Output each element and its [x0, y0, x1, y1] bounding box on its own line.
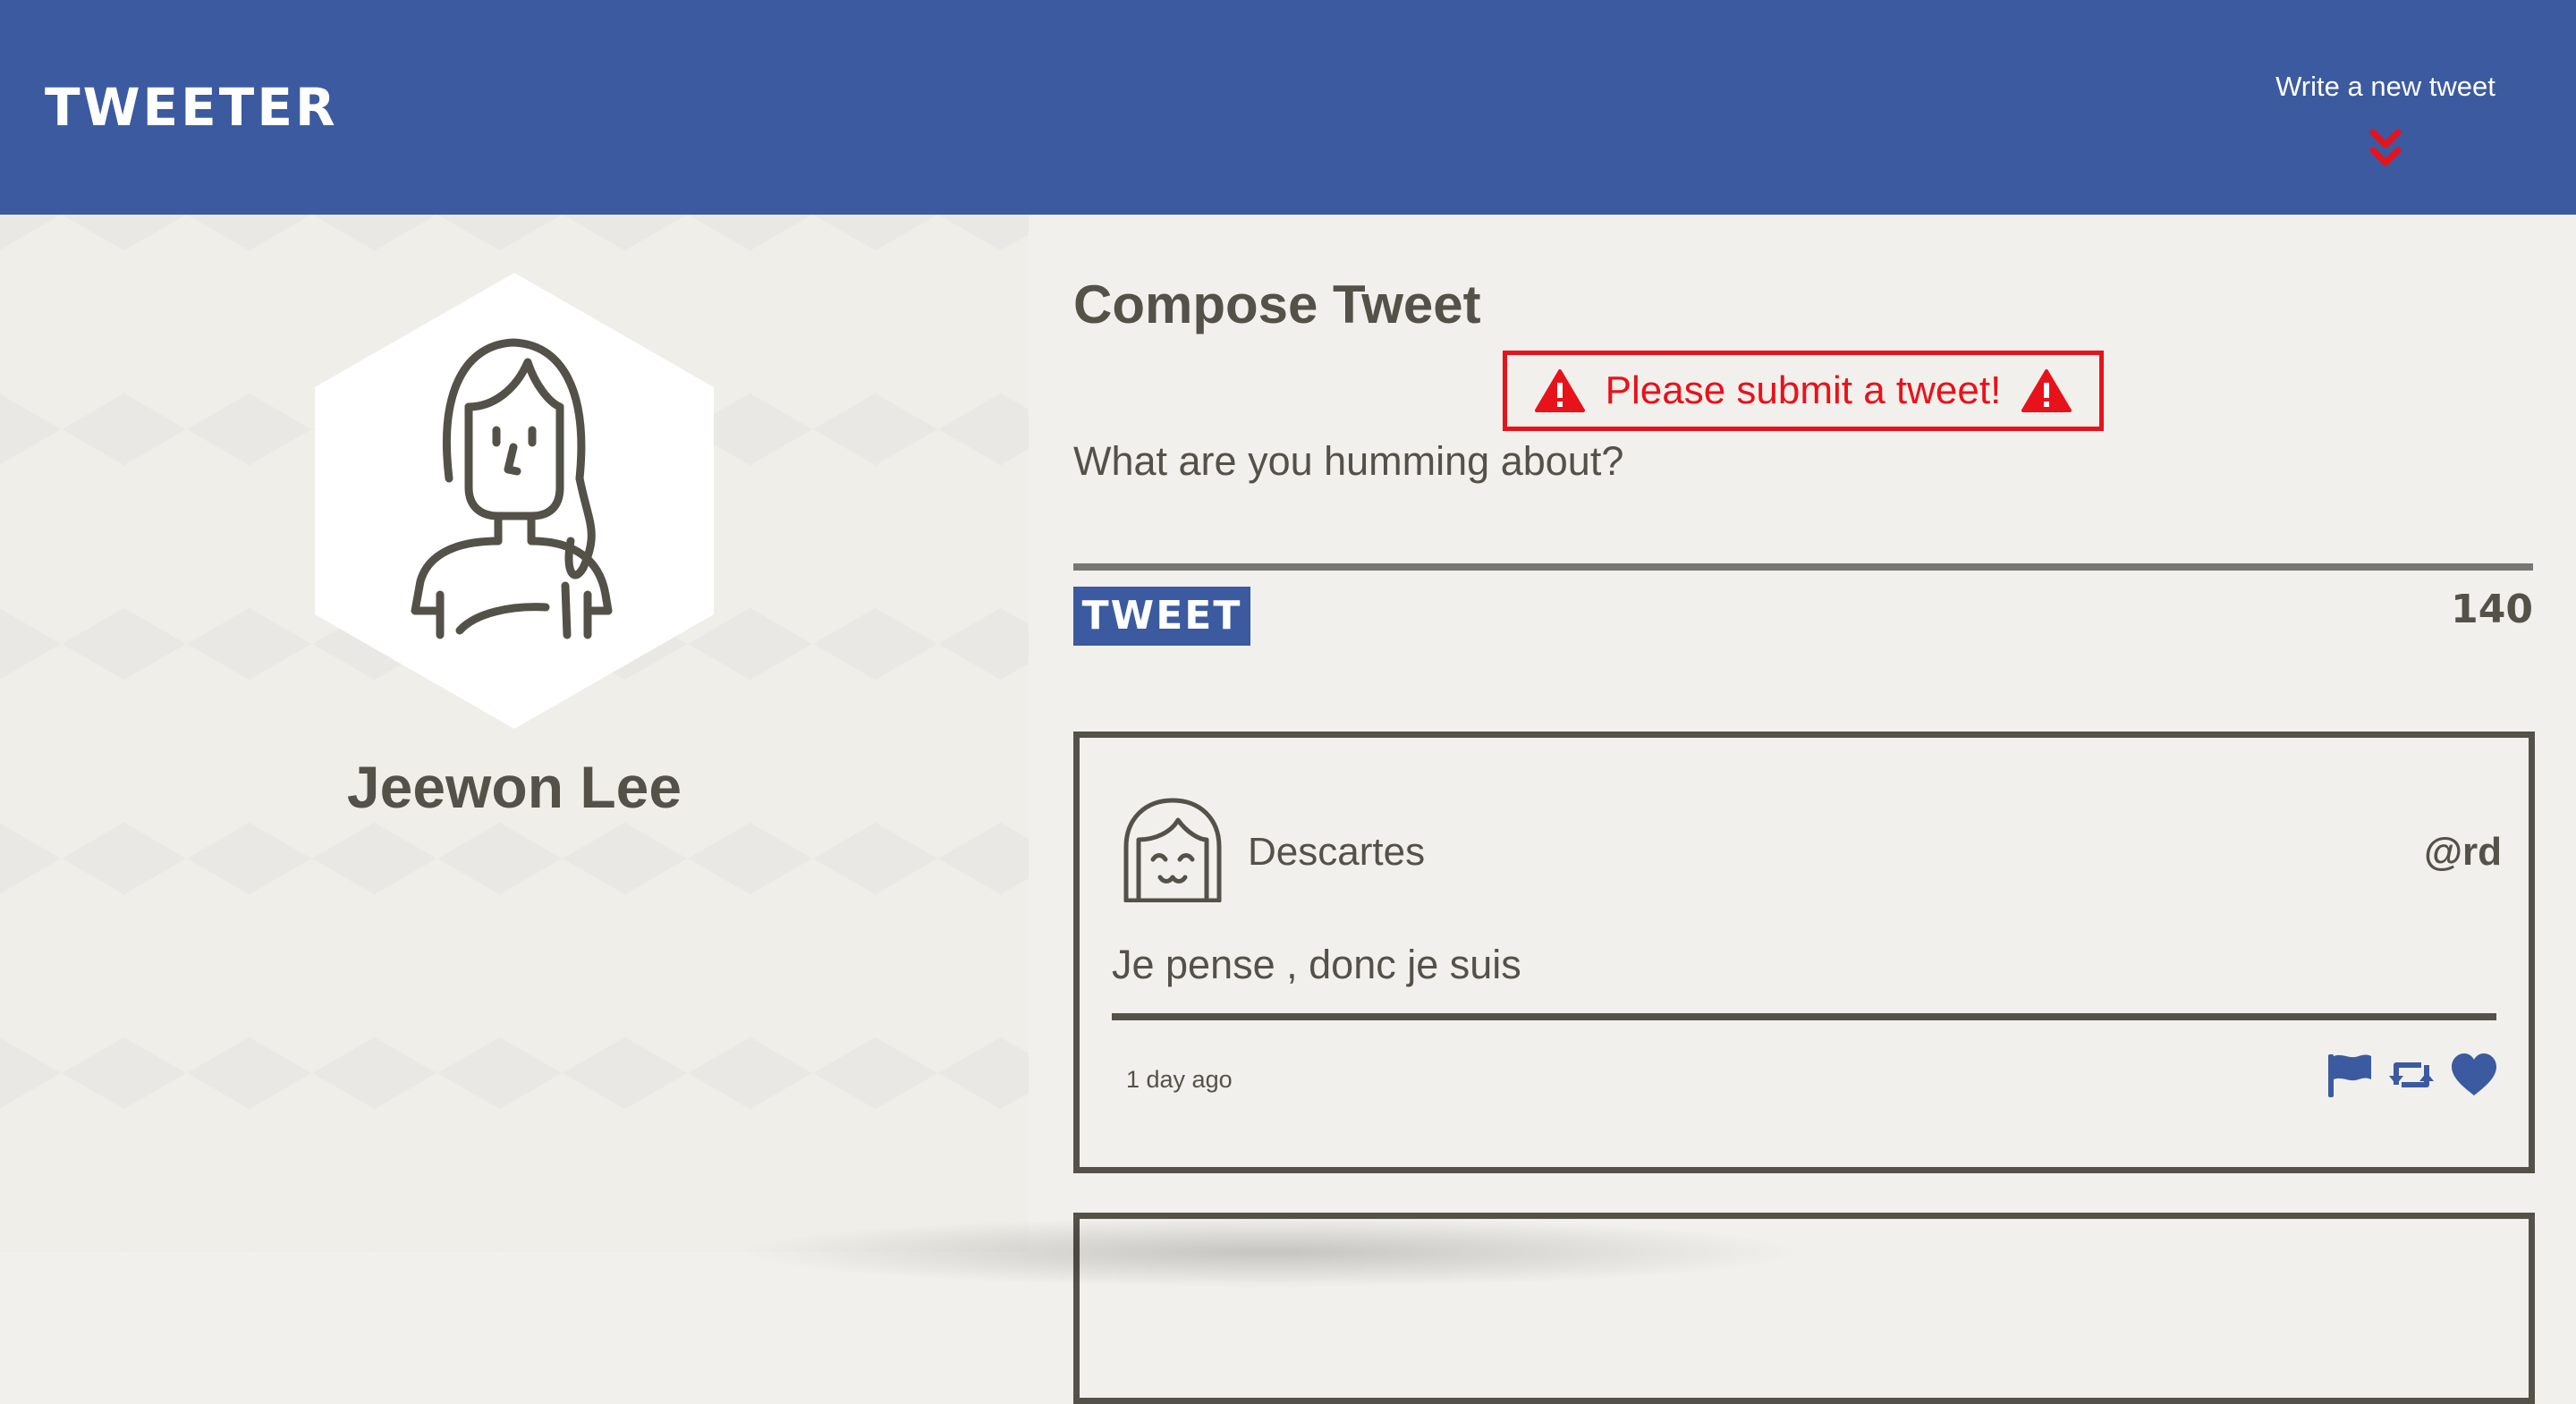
character-counter: 140 [2451, 587, 2533, 632]
profile-name: Jeewon Lee [346, 754, 682, 820]
tweet-actions [2325, 1051, 2498, 1099]
warning-triangle-icon [2021, 369, 2072, 412]
heart-icon[interactable] [2450, 1051, 2498, 1099]
tweet-author-name: Descartes [1248, 830, 1426, 874]
error-message: Please submit a tweet! [1503, 351, 2104, 431]
user-avatar-icon [1123, 798, 1222, 902]
profile-avatar [315, 273, 714, 729]
top-navbar: TWEETER Write a new tweet [0, 0, 2576, 215]
compose-title: Compose Tweet [1073, 275, 1481, 334]
error-text: Please submit a tweet! [1605, 368, 2002, 412]
tweet-text-input[interactable] [1073, 438, 2533, 571]
brand-logo[interactable]: TWEETER [45, 79, 338, 136]
double-chevron-down-icon[interactable] [2359, 127, 2412, 172]
warning-triangle-icon [1534, 369, 1585, 412]
profile-panel: Jeewon Lee [0, 215, 1029, 1252]
flag-icon[interactable] [2325, 1051, 2373, 1099]
tweet-content: Je pense , donc je suis [1112, 942, 1521, 987]
tweet-timestamp: 1 day ago [1126, 1066, 1233, 1093]
write-new-tweet-toggle[interactable]: Write a new tweet [2238, 64, 2533, 172]
write-new-tweet-label[interactable]: Write a new tweet [2275, 71, 2496, 102]
tweet-card: Descartes @rd Je pense , donc je suis 1 … [1073, 732, 2535, 1173]
decorative-shadow [733, 1216, 1807, 1288]
retweet-icon[interactable] [2387, 1051, 2436, 1099]
tweet-divider [1112, 1013, 2496, 1020]
tweet-author-handle: @rd [2424, 830, 2502, 874]
tweet-submit-button[interactable]: TWEET [1073, 587, 1250, 646]
